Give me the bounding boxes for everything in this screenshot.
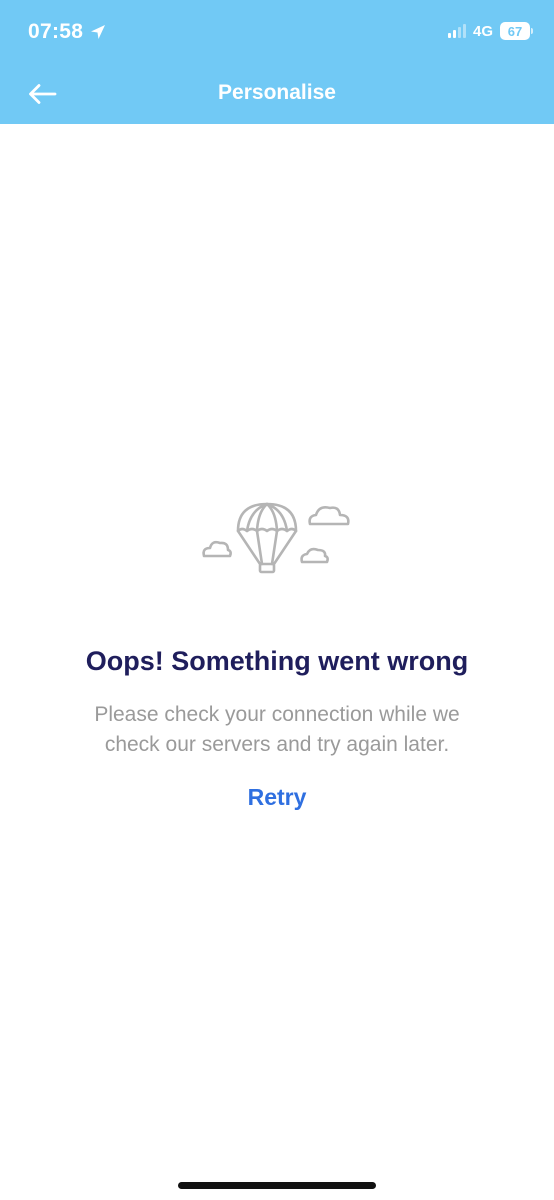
app-header: 07:58 4G 67 Personalise — [0, 0, 554, 124]
screen: 07:58 4G 67 Personalise Oops! Something … — [0, 0, 554, 1200]
retry-button[interactable]: Retry — [227, 784, 327, 818]
signal-icon — [447, 24, 466, 38]
status-time-label: 07:58 — [28, 20, 84, 43]
home-indicator — [178, 1182, 376, 1189]
network-label: 4G — [472, 22, 493, 40]
battery-level: 67 — [507, 23, 523, 39]
page-title: Personalise — [218, 81, 336, 104]
status-indicators: 4G 67 — [447, 22, 533, 40]
parachute-clouds-icon — [202, 502, 350, 574]
error-message: Please check your connection while we ch… — [94, 703, 460, 756]
location-arrow-icon — [89, 23, 107, 41]
status-time: 07:58 — [28, 20, 107, 44]
error-title: Oops! Something went wrong — [85, 646, 469, 676]
battery-icon: 67 — [500, 22, 533, 40]
